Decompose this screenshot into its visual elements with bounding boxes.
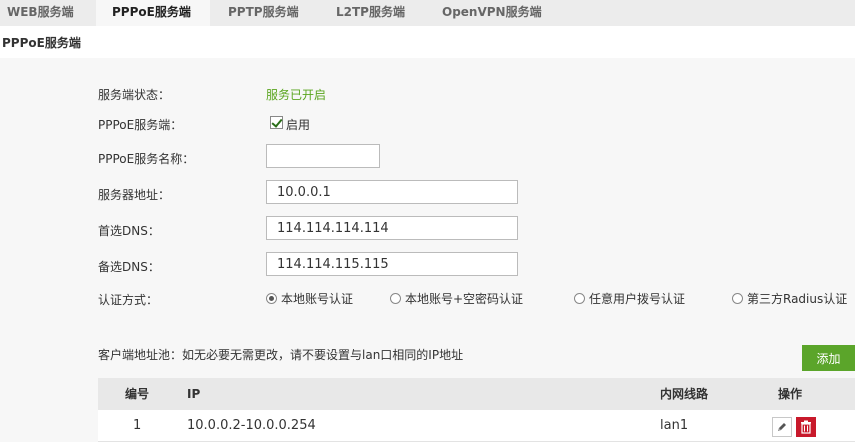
radio-empty-password[interactable]	[390, 292, 401, 304]
tab-l2tp-server[interactable]: L2TP服务端	[336, 0, 426, 26]
enable-label: PPPoE服务端：	[98, 118, 183, 132]
enable-checkbox[interactable]	[270, 116, 283, 129]
tab-web-server[interactable]: WEB服务端	[0, 0, 90, 26]
row-ip-range: 10.0.0.2-10.0.0.254	[187, 418, 316, 433]
table-row: 1 10.0.0.2-10.0.0.254 lan1	[98, 410, 855, 442]
auth-option-label: 本地账号+空密码认证	[405, 291, 524, 306]
status-value: 服务已开启	[266, 88, 327, 102]
trash-icon	[801, 420, 811, 434]
tab-pptp-server[interactable]: PPTP服务端	[228, 0, 318, 26]
auth-option-label: 第三方Radius认证	[747, 291, 848, 306]
secondary-dns-label: 备选DNS：	[98, 260, 160, 274]
tab-bar: WEB服务端 PPPoE服务端 PPTP服务端 L2TP服务端 OpenVPN服…	[0, 0, 855, 26]
column-header-line: 内网线路	[660, 387, 709, 401]
auth-option-local-account[interactable]: 本地账号认证	[266, 290, 353, 306]
service-name-label: PPPoE服务名称：	[98, 152, 195, 166]
column-header-actions: 操作	[778, 387, 803, 401]
radio-radius[interactable]	[732, 292, 743, 304]
enable-checkbox-label[interactable]: 启用	[286, 116, 310, 133]
auth-option-radius[interactable]: 第三方Radius认证	[732, 290, 847, 306]
auth-option-any-user[interactable]: 任意用户拨号认证	[574, 290, 685, 306]
address-pool-note: 客户端地址池：如无必要无需更改，请不要设置与lan口相同的IP地址	[98, 348, 464, 362]
auth-method-label: 认证方式：	[98, 293, 159, 307]
service-name-input[interactable]	[266, 144, 380, 168]
server-address-input[interactable]	[266, 180, 518, 204]
column-header-number: 编号	[125, 387, 150, 401]
column-header-ip: IP	[187, 387, 201, 401]
auth-option-label: 本地账号认证	[281, 291, 354, 306]
row-number: 1	[133, 418, 142, 433]
secondary-dns-input[interactable]	[266, 252, 518, 276]
radio-local-account[interactable]	[266, 292, 277, 304]
primary-dns-label: 首选DNS：	[98, 224, 160, 238]
server-address-label: 服务器地址：	[98, 188, 171, 202]
pool-table-header: 编号 IP 内网线路 操作	[98, 378, 855, 410]
edit-button[interactable]	[772, 417, 792, 437]
status-label: 服务端状态：	[98, 88, 171, 102]
auth-option-label: 任意用户拨号认证	[589, 291, 686, 306]
row-line: lan1	[660, 418, 689, 433]
add-button[interactable]: 添加	[802, 345, 855, 371]
pencil-icon	[778, 423, 786, 431]
section-title: PPPoE服务端	[2, 36, 81, 50]
delete-button[interactable]	[796, 417, 816, 437]
tab-pppoe-server[interactable]: PPPoE服务端	[96, 0, 210, 26]
primary-dns-input[interactable]	[266, 216, 518, 240]
radio-any-user[interactable]	[574, 292, 585, 304]
tab-openvpn-server[interactable]: OpenVPN服务端	[442, 0, 552, 26]
auth-option-empty-password[interactable]: 本地账号+空密码认证	[390, 290, 523, 306]
